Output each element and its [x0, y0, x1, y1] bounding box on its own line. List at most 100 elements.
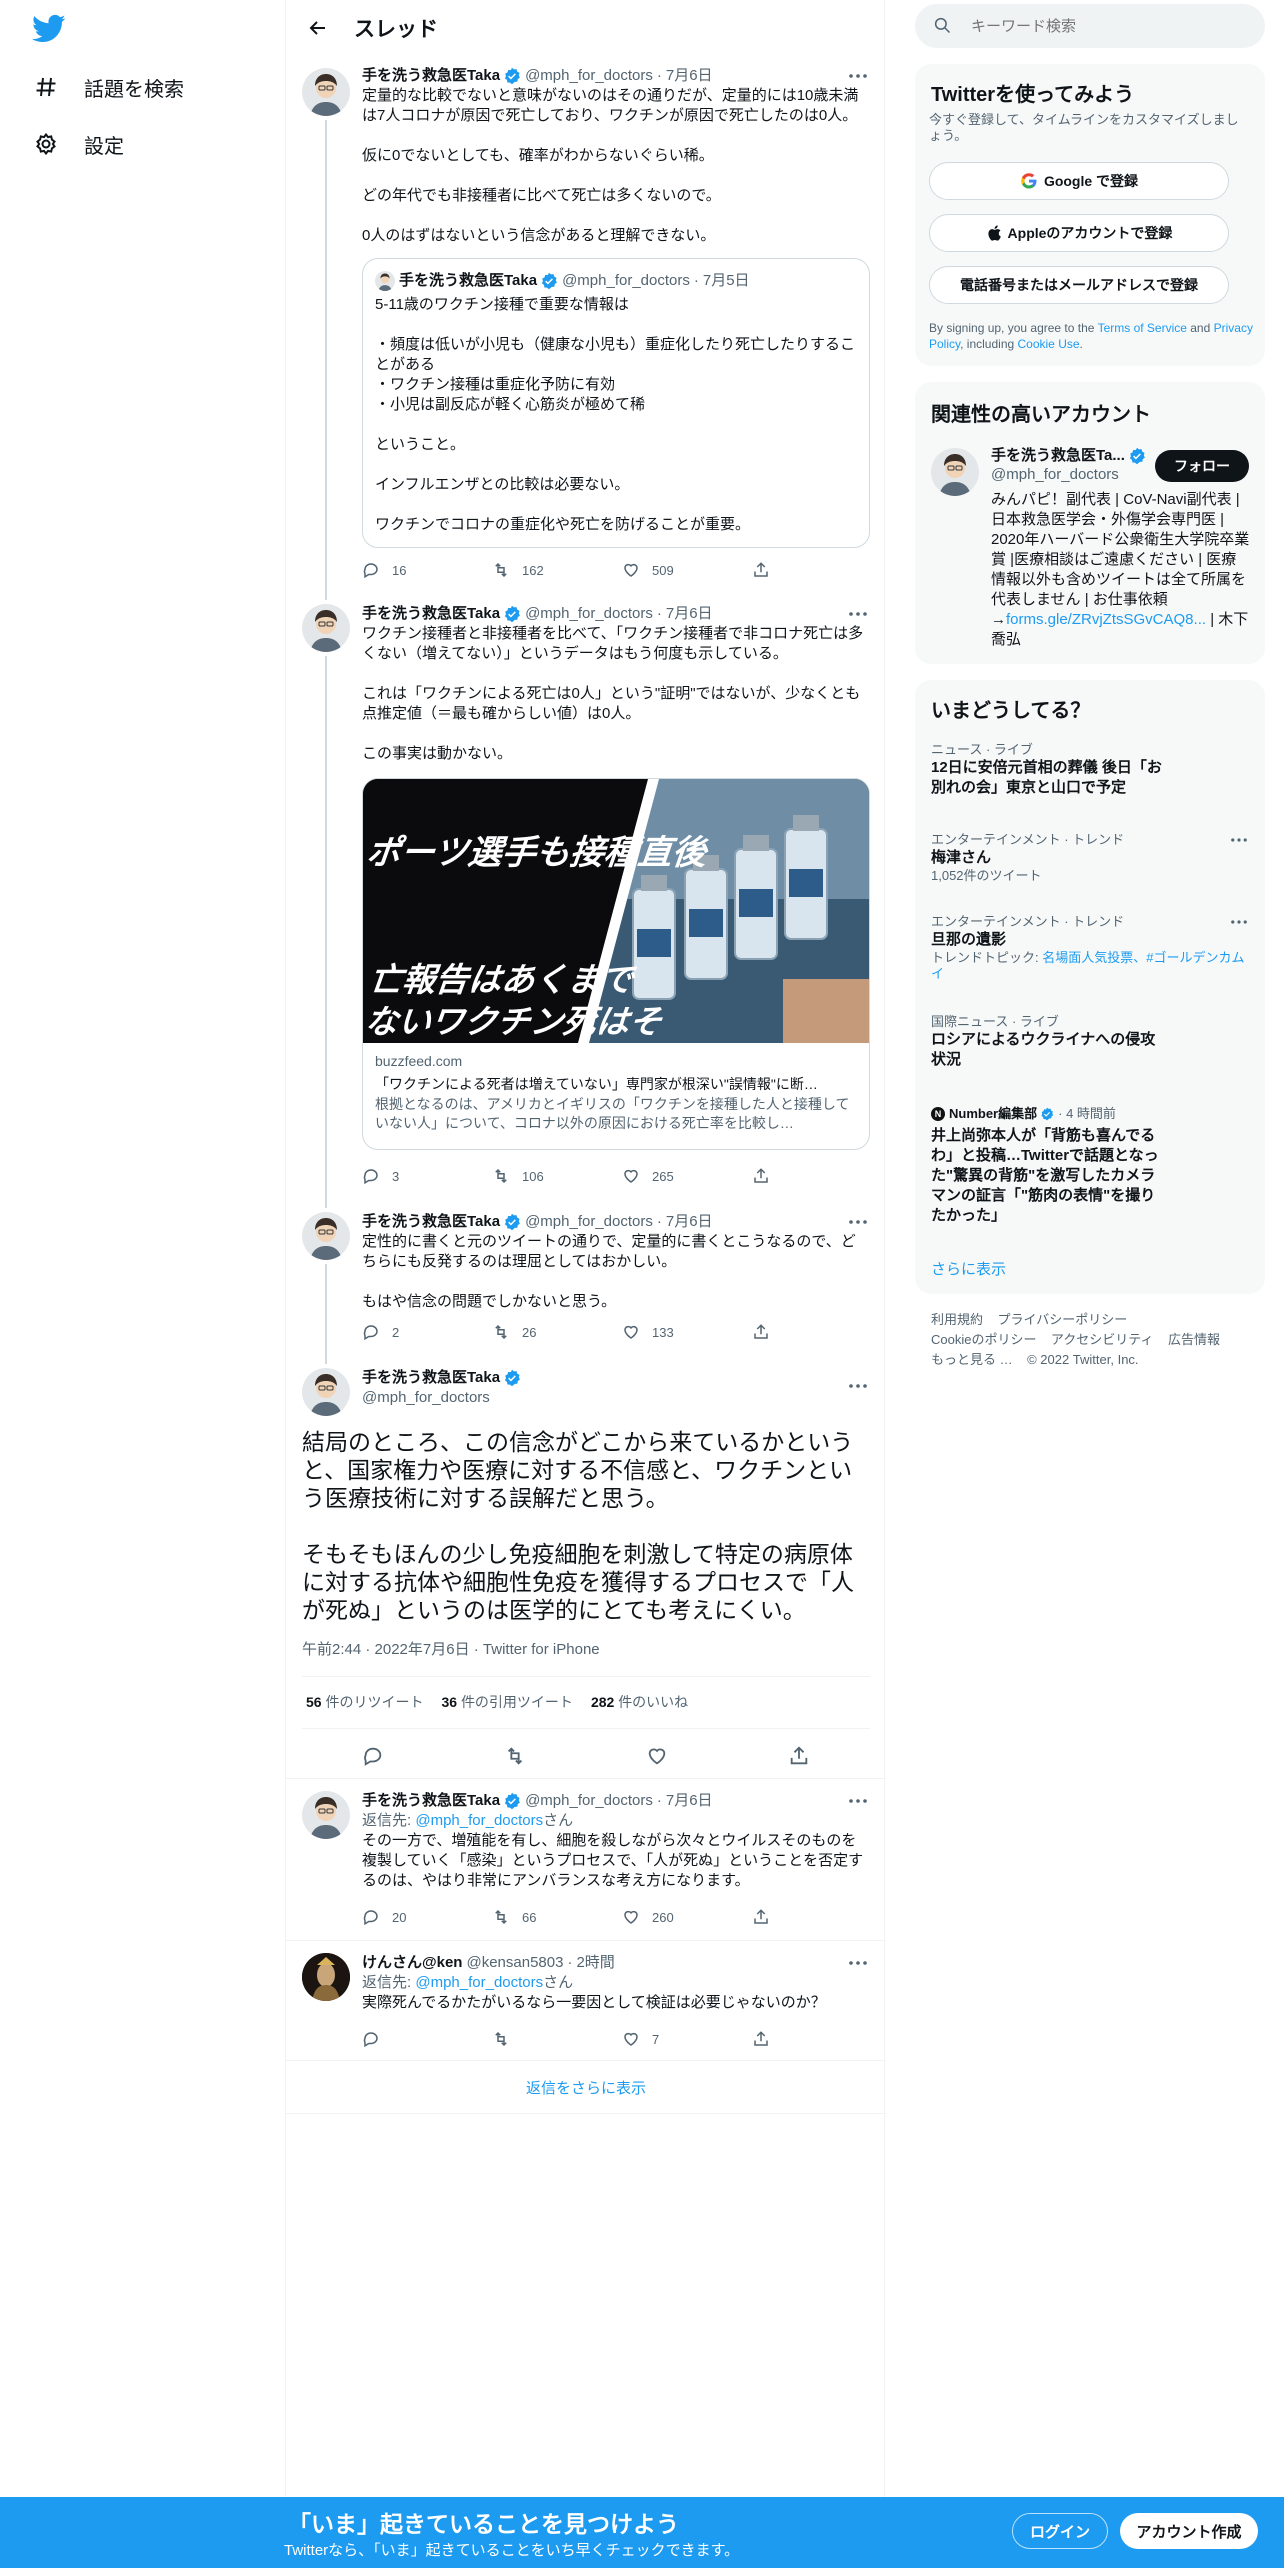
user-name[interactable]: 手を洗う救急医Taka: [362, 66, 500, 86]
avatar[interactable]: [302, 68, 350, 116]
footer-privacy[interactable]: プライバシーポリシー: [997, 1312, 1127, 1327]
trend-item[interactable]: ニュース · ライブ 12日に安倍元首相の葬儀 後日「お 別れの会」東京と山口で…: [931, 742, 1249, 798]
retweet-button[interactable]: [492, 2030, 622, 2048]
thread-connector: [325, 1204, 327, 1208]
reply-button[interactable]: 3: [362, 1167, 492, 1185]
cookie-link[interactable]: Cookie Use: [1018, 337, 1080, 351]
terms-link[interactable]: Terms of Service: [1098, 321, 1187, 335]
share-button[interactable]: [752, 561, 792, 579]
reply-button[interactable]: [362, 2030, 492, 2048]
nav-explore[interactable]: 話題を検索: [32, 67, 184, 107]
retweet-stats[interactable]: 56 件のリツイート: [306, 1692, 423, 1712]
avatar[interactable]: [302, 1212, 350, 1260]
more-options-icon[interactable]: [1229, 832, 1249, 848]
relevant-account-name[interactable]: 手を洗う救急医Ta...: [991, 446, 1150, 466]
footer-terms[interactable]: 利用規約: [931, 1312, 983, 1327]
retweet-button[interactable]: 106: [492, 1167, 622, 1185]
tweet[interactable]: 手を洗う救急医Taka @mph_for_doctors · 7月6日 ワクチン…: [286, 596, 886, 1204]
retweet-button[interactable]: 26: [492, 1323, 622, 1341]
google-signup-button[interactable]: Google で登録: [929, 162, 1229, 200]
focused-tweet-text: 結局のところ、この信念がどこから来ているかというと、国家権力や医療に対する不信感…: [302, 1429, 854, 1623]
reply-button[interactable]: 2: [362, 1323, 492, 1341]
more-options-icon[interactable]: [1229, 914, 1249, 930]
show-more-replies[interactable]: 返信をさらに表示: [286, 2061, 886, 2113]
like-button[interactable]: 133: [622, 1323, 752, 1341]
create-account-button[interactable]: アカウント作成: [1120, 2513, 1258, 2549]
more-options-icon[interactable]: [846, 604, 870, 624]
share-button[interactable]: [752, 1167, 792, 1185]
reply-button[interactable]: 16: [362, 561, 492, 579]
reply-button[interactable]: 20: [362, 1908, 492, 1926]
tweet-text: その一方で、増殖能を有し、細胞を殺しながら次々とウイルスそのものを複製していく「…: [362, 1832, 864, 1889]
avatar[interactable]: [302, 1791, 350, 1839]
user-name[interactable]: 手を洗う救急医Taka: [362, 1212, 500, 1232]
avatar[interactable]: [302, 604, 350, 652]
reply-tweet[interactable]: 手を洗う救急医Taka @mph_for_doctors · 7月6日 返信先:…: [286, 1779, 886, 1939]
nav-settings[interactable]: 設定: [32, 124, 124, 164]
share-button[interactable]: [752, 2030, 792, 2048]
user-name[interactable]: 手を洗う救急医Taka: [362, 1791, 500, 1811]
tweet-time[interactable]: 7月6日: [666, 604, 713, 624]
footer-cookie[interactable]: Cookieのポリシー: [931, 1332, 1036, 1347]
tweet[interactable]: 手を洗う救急医Taka @mph_for_doctors · 7月6日 定性的に…: [286, 1204, 886, 1360]
share-button[interactable]: [788, 1745, 810, 1772]
trend-item[interactable]: 国際ニュース · ライブ ロシアによるウクライナへの侵攻 状況: [931, 1014, 1249, 1070]
avatar[interactable]: [302, 1953, 350, 2001]
search-box[interactable]: [915, 4, 1265, 48]
like-button[interactable]: 260: [622, 1908, 752, 1926]
more-options-icon[interactable]: [846, 1953, 870, 1973]
like-button[interactable]: 265: [622, 1167, 752, 1185]
footer-more[interactable]: もっと見る …: [931, 1352, 1013, 1367]
quoted-tweet[interactable]: 手を洗う救急医Taka @mph_for_doctors · 7月5日 5-11…: [362, 258, 870, 548]
user-handle: @mph_for_doctors: [525, 67, 653, 84]
login-button[interactable]: ログイン: [1012, 2513, 1108, 2549]
tweet-timestamp[interactable]: 午前2:44 · 2022年7月6日 · Twitter for iPhone: [302, 1638, 600, 1659]
retweet-button[interactable]: [504, 1745, 526, 1772]
reply-to-link[interactable]: @mph_for_doctors: [415, 1812, 543, 1829]
link-card[interactable]: ポーツ選手も接種直後 亡報告はあくまで ないワクチン死はそ いでしょう buzz…: [362, 778, 870, 1150]
like-button[interactable]: [646, 1745, 668, 1772]
retweet-count: 66: [522, 1909, 537, 1925]
tweet-time[interactable]: 2時間: [576, 1953, 614, 1973]
footer-ads[interactable]: 広告情報: [1168, 1332, 1220, 1347]
reply-context: 返信先: @mph_for_doctorsさん: [362, 1812, 574, 1829]
search-input[interactable]: [971, 17, 1231, 35]
footer-accessibility[interactable]: アクセシビリティ: [1051, 1332, 1154, 1347]
retweet-button[interactable]: 162: [492, 561, 622, 579]
back-arrow-icon[interactable]: [298, 8, 338, 48]
reply-context: 返信先: @mph_for_doctorsさん: [362, 1974, 574, 1991]
quote-stats[interactable]: 36 件の引用ツイート: [441, 1692, 572, 1712]
share-button[interactable]: [752, 1323, 792, 1341]
reply-tweet[interactable]: けんさん@ken @kensan5803 · 2時間 返信先: @mph_for…: [286, 1941, 886, 2059]
tweet-time[interactable]: 7月6日: [666, 66, 713, 86]
share-button[interactable]: [752, 1908, 792, 1926]
avatar[interactable]: [931, 448, 979, 496]
tweet-time[interactable]: 7月6日: [666, 1212, 713, 1232]
reply-to-link[interactable]: @mph_for_doctors: [415, 1974, 543, 1991]
user-name[interactable]: 手を洗う救急医Taka: [362, 604, 500, 624]
like-count: 265: [652, 1168, 674, 1184]
like-stats[interactable]: 282 件のいいね: [591, 1692, 688, 1712]
like-button[interactable]: 509: [622, 561, 752, 579]
user-name[interactable]: 手を洗う救急医Taka: [362, 1368, 500, 1388]
more-options-icon[interactable]: [846, 66, 870, 86]
trends-show-more[interactable]: さらに表示: [931, 1258, 1006, 1279]
tweet[interactable]: 手を洗う救急医Taka @mph_for_doctors · 7月6日 定量的な…: [286, 56, 886, 596]
bio-link[interactable]: forms.gle/ZRvjZtsSGvCAQ8...: [1006, 611, 1206, 628]
tweet-time[interactable]: 7月6日: [666, 1791, 713, 1811]
user-name[interactable]: けんさん@ken: [362, 1953, 462, 1973]
retweet-button[interactable]: 66: [492, 1908, 622, 1926]
twitter-logo-icon[interactable]: [32, 14, 66, 44]
like-button[interactable]: 7: [622, 2030, 752, 2048]
trend-news-item[interactable]: N Number編集部 · 4 時間前 井上尚弥本人が「背筋も喜んでる わ」と投…: [931, 1106, 1249, 1226]
trend-item[interactable]: エンターテインメント · トレンド 旦那の遺影 トレンドトピック: 名場面人気投…: [931, 914, 1249, 982]
phone-email-signup-button[interactable]: 電話番号またはメールアドレスで登録: [929, 266, 1229, 304]
trend-item[interactable]: エンターテインメント · トレンド 梅津さん 1,052件のツイート: [931, 832, 1249, 884]
follow-button[interactable]: フォロー: [1155, 450, 1249, 482]
avatar[interactable]: [302, 1368, 350, 1416]
apple-signup-button[interactable]: Appleのアカウントで登録: [929, 214, 1229, 252]
reply-button[interactable]: [362, 1745, 384, 1772]
more-options-icon[interactable]: [846, 1791, 870, 1811]
more-options-icon[interactable]: [846, 1212, 870, 1232]
more-options-icon[interactable]: [846, 1376, 870, 1396]
